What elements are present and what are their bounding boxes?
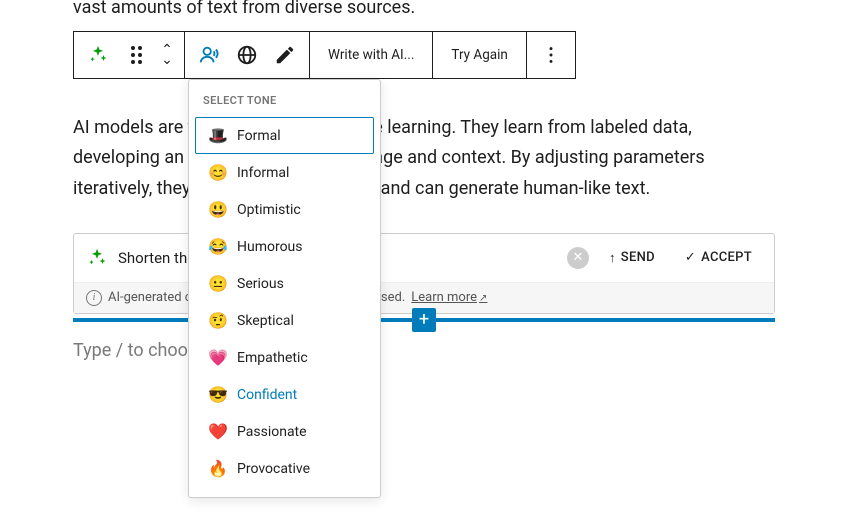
ai-sparkle-icon — [86, 247, 108, 269]
try-again-button[interactable]: Try Again — [439, 32, 519, 78]
tone-label: Confident — [237, 387, 297, 403]
more-options-icon[interactable] — [533, 37, 569, 73]
tone-label: Optimistic — [237, 202, 301, 218]
tone-label: Serious — [237, 276, 284, 292]
tone-emoji: 🔥 — [208, 459, 228, 478]
tone-option-skeptical[interactable]: 🤨 Skeptical — [195, 302, 374, 339]
tone-option-informal[interactable]: 😊 Informal — [195, 154, 374, 191]
tone-label: Passionate — [237, 424, 307, 440]
tone-option-provocative[interactable]: 🔥 Provocative — [195, 450, 374, 487]
truncated-paragraph: vast amounts of text from diverse source… — [73, 0, 775, 23]
tone-emoji: 😎 — [208, 385, 228, 404]
tone-emoji: 💗 — [208, 348, 228, 367]
tone-emoji: 😊 — [208, 163, 228, 182]
check-icon: ✓ — [685, 250, 696, 265]
tone-dropdown-header: SELECT TONE — [189, 88, 380, 117]
tone-option-passionate[interactable]: ❤️ Passionate — [195, 413, 374, 450]
tone-label: Informal — [237, 165, 289, 181]
tone-emoji: 😃 — [208, 200, 228, 219]
ai-assistant-panel: Shorten the text ✕ ↑ SEND ✓ ACCEPT i AI-… — [73, 233, 775, 314]
clear-prompt-button[interactable]: ✕ — [567, 247, 589, 269]
tone-option-empathetic[interactable]: 💗 Empathetic — [195, 339, 374, 376]
new-block-placeholder[interactable]: Type / to choose a block — [73, 340, 775, 361]
info-icon: i — [86, 290, 102, 306]
write-with-ai-button[interactable]: Write with AI... — [316, 32, 426, 78]
tone-dropdown: SELECT TONE 🎩 Formal 😊 Informal 😃 Optimistic 😂… — [188, 79, 381, 498]
accept-button[interactable]: ✓ ACCEPT — [675, 244, 762, 271]
tone-label: Provocative — [237, 461, 310, 477]
drag-handle-icon[interactable] — [118, 37, 154, 73]
accept-label: ACCEPT — [701, 250, 752, 265]
voice-icon[interactable] — [191, 37, 227, 73]
tone-emoji: ❤️ — [208, 422, 228, 441]
add-block-button[interactable]: + — [412, 308, 436, 332]
external-link-icon: ↗ — [479, 293, 487, 304]
globe-icon[interactable] — [229, 37, 265, 73]
tone-emoji: 😂 — [208, 237, 228, 256]
body-paragraph[interactable]: AI models are trained through machine le… — [73, 113, 775, 205]
ai-sparkle-icon[interactable] — [80, 37, 116, 73]
tone-emoji: 🤨 — [208, 311, 228, 330]
block-toolbar: ⌃⌄ Write with AI... Try Again — [73, 31, 576, 79]
move-up-down[interactable]: ⌃⌄ — [156, 37, 178, 73]
tone-option-serious[interactable]: 😐 Serious — [195, 265, 374, 302]
tone-option-optimistic[interactable]: 😃 Optimistic — [195, 191, 374, 228]
learn-more-link[interactable]: Learn more↗ — [411, 290, 487, 305]
pencil-icon[interactable] — [267, 37, 303, 73]
block-insert-divider[interactable]: + — [73, 318, 775, 322]
tone-label: Formal — [237, 128, 281, 144]
arrow-up-icon: ↑ — [609, 250, 616, 266]
send-label: SEND — [621, 250, 655, 265]
tone-label: Skeptical — [237, 313, 294, 329]
tone-label: Humorous — [237, 239, 303, 255]
tone-label: Empathetic — [237, 350, 308, 366]
tone-option-formal[interactable]: 🎩 Formal — [195, 117, 374, 154]
tone-emoji: 🎩 — [208, 126, 228, 145]
tone-emoji: 😐 — [208, 274, 228, 293]
tone-option-humorous[interactable]: 😂 Humorous — [195, 228, 374, 265]
send-button[interactable]: ↑ SEND — [599, 244, 665, 272]
tone-option-confident[interactable]: 😎 Confident — [195, 376, 374, 413]
